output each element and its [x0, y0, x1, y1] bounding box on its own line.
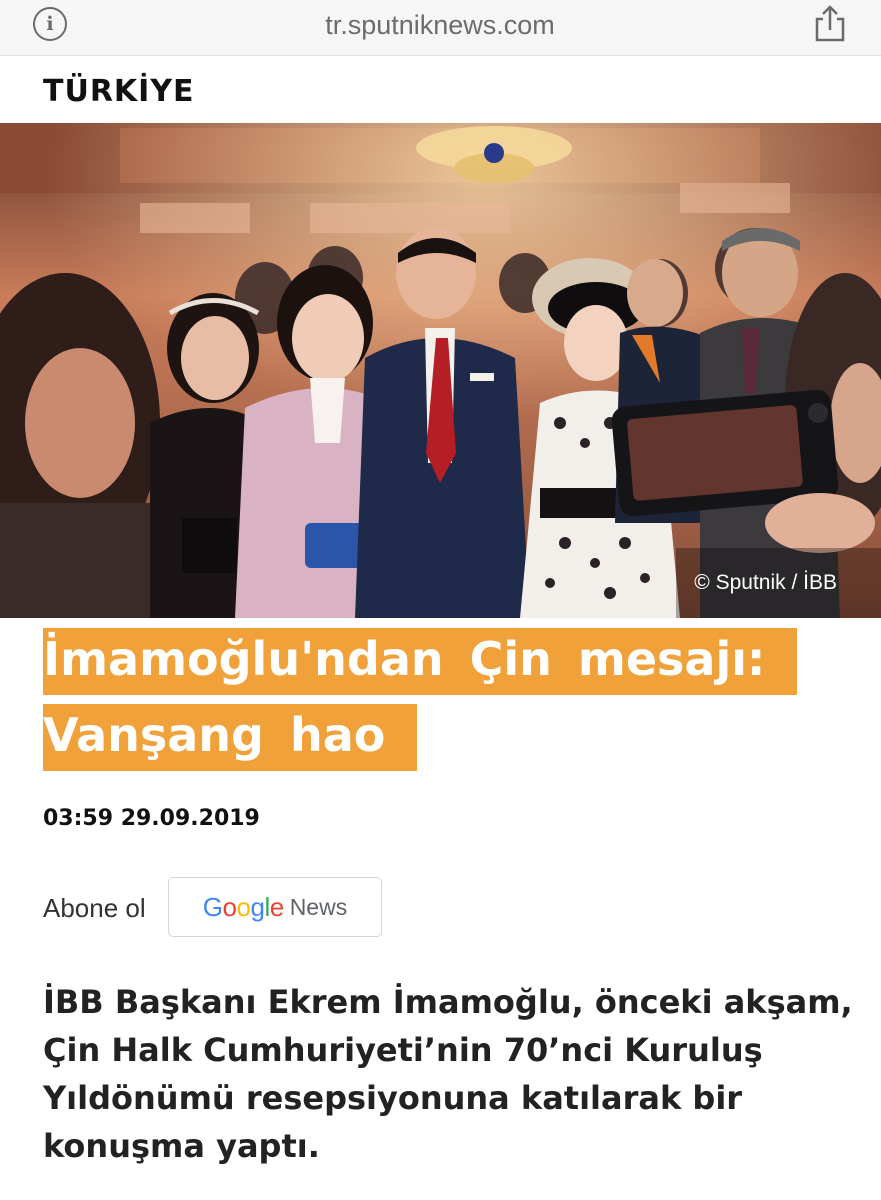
google-news-button[interactable]: Google News	[168, 877, 382, 937]
google-logo-letter: g	[250, 891, 265, 922]
google-logo-letter: G	[202, 891, 223, 922]
article-headline: İmamoğlu'ndan Çin mesajı: Vanşang hao	[43, 621, 823, 773]
article-lead: İBB Başkanı Ekrem İmamoğlu, önceki akşam…	[43, 983, 853, 1165]
google-logo: Google	[203, 892, 284, 923]
share-icon[interactable]	[812, 3, 848, 43]
google-logo-letter: e	[269, 891, 284, 922]
hero-photo: © Sputnik / İBB	[0, 123, 881, 618]
google-news-label: News	[289, 893, 348, 920]
info-icon[interactable]: i	[33, 7, 67, 41]
subscribe-label: Abone ol	[43, 893, 146, 923]
section-label[interactable]: TÜRKİYE	[43, 72, 195, 112]
article-datetime: 03:59 29.09.2019	[43, 806, 260, 831]
url-text[interactable]: tr.sputniknews.com	[230, 8, 650, 42]
browser-address-bar: i tr.sputniknews.com	[0, 0, 881, 56]
photo-credit: © Sputnik / İBB	[676, 548, 881, 618]
hero-photo-illustration	[0, 123, 881, 618]
headline-line-2: Vanşang hao	[43, 704, 418, 771]
headline-line-1: İmamoğlu'ndan Çin mesajı:	[43, 628, 798, 695]
google-logo-letter: o	[236, 891, 251, 922]
google-logo-letter: o	[222, 891, 237, 922]
